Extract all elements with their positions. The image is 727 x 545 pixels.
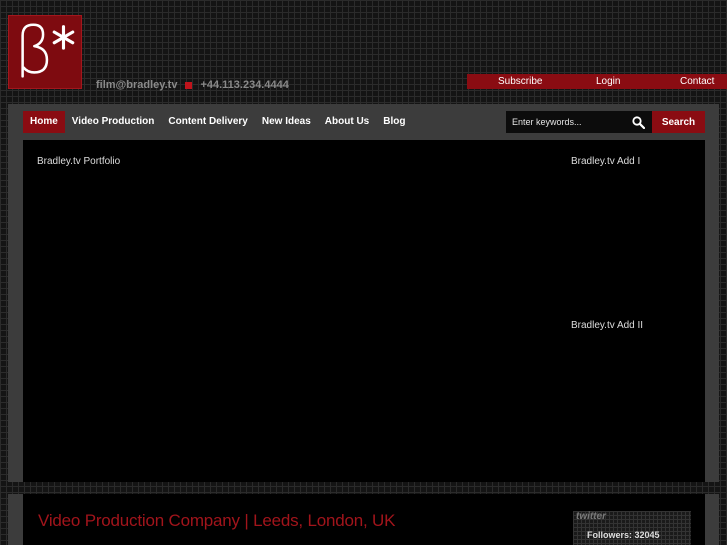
search-input[interactable] — [506, 111, 652, 133]
contact-info: film@bradley.tv +44.113.234.4444 — [96, 78, 289, 92]
brand-logo[interactable] — [8, 15, 82, 89]
separator-square-icon — [185, 81, 193, 89]
video-area[interactable]: Bradley.tv Portfolio Bradley.tv Add I Br… — [23, 140, 705, 482]
twitter-logo: twitter — [576, 511, 606, 522]
ad-one-label: Bradley.tv Add I — [571, 156, 641, 167]
main-content-panel: Bradley.tv Portfolio Bradley.tv Add I Br… — [8, 140, 719, 482]
login-link[interactable]: Login — [596, 76, 620, 87]
subscribe-link[interactable]: Subscribe — [498, 76, 542, 87]
twitter-widget[interactable]: twitter Followers: 32045 — [573, 511, 691, 545]
portfolio-label: Bradley.tv Portfolio — [37, 156, 121, 167]
search-icon[interactable] — [632, 116, 645, 129]
nav-item-content-delivery[interactable]: Content Delivery — [161, 111, 254, 133]
main-nav: Home Video Production Content Delivery N… — [23, 111, 412, 133]
lower-panel: Video Production Company | Leeds, London… — [8, 494, 719, 545]
nav-item-about-us[interactable]: About Us — [318, 111, 376, 133]
contact-link[interactable]: Contact — [680, 76, 714, 87]
phone-number: +44.113.234.4444 — [200, 79, 289, 91]
lower-content: Video Production Company | Leeds, London… — [23, 494, 705, 545]
nav-item-home[interactable]: Home — [23, 111, 65, 133]
nav-item-new-ideas[interactable]: New Ideas — [255, 111, 318, 133]
brand-logo-mark — [21, 23, 75, 78]
search-button[interactable]: Search — [652, 111, 705, 133]
main-nav-bar: Home Video Production Content Delivery N… — [8, 104, 719, 140]
nav-item-blog[interactable]: Blog — [376, 111, 412, 133]
top-links-bar: Subscribe Login Contact — [467, 74, 727, 89]
nav-item-video-production[interactable]: Video Production — [65, 111, 162, 133]
email-link[interactable]: film@bradley.tv — [96, 79, 177, 91]
twitter-followers-count: Followers: 32045 — [587, 530, 660, 540]
page-headline: Video Production Company | Leeds, London… — [38, 511, 396, 530]
ad-two-label: Bradley.tv Add II — [571, 320, 644, 331]
search-form: Search — [506, 111, 705, 133]
